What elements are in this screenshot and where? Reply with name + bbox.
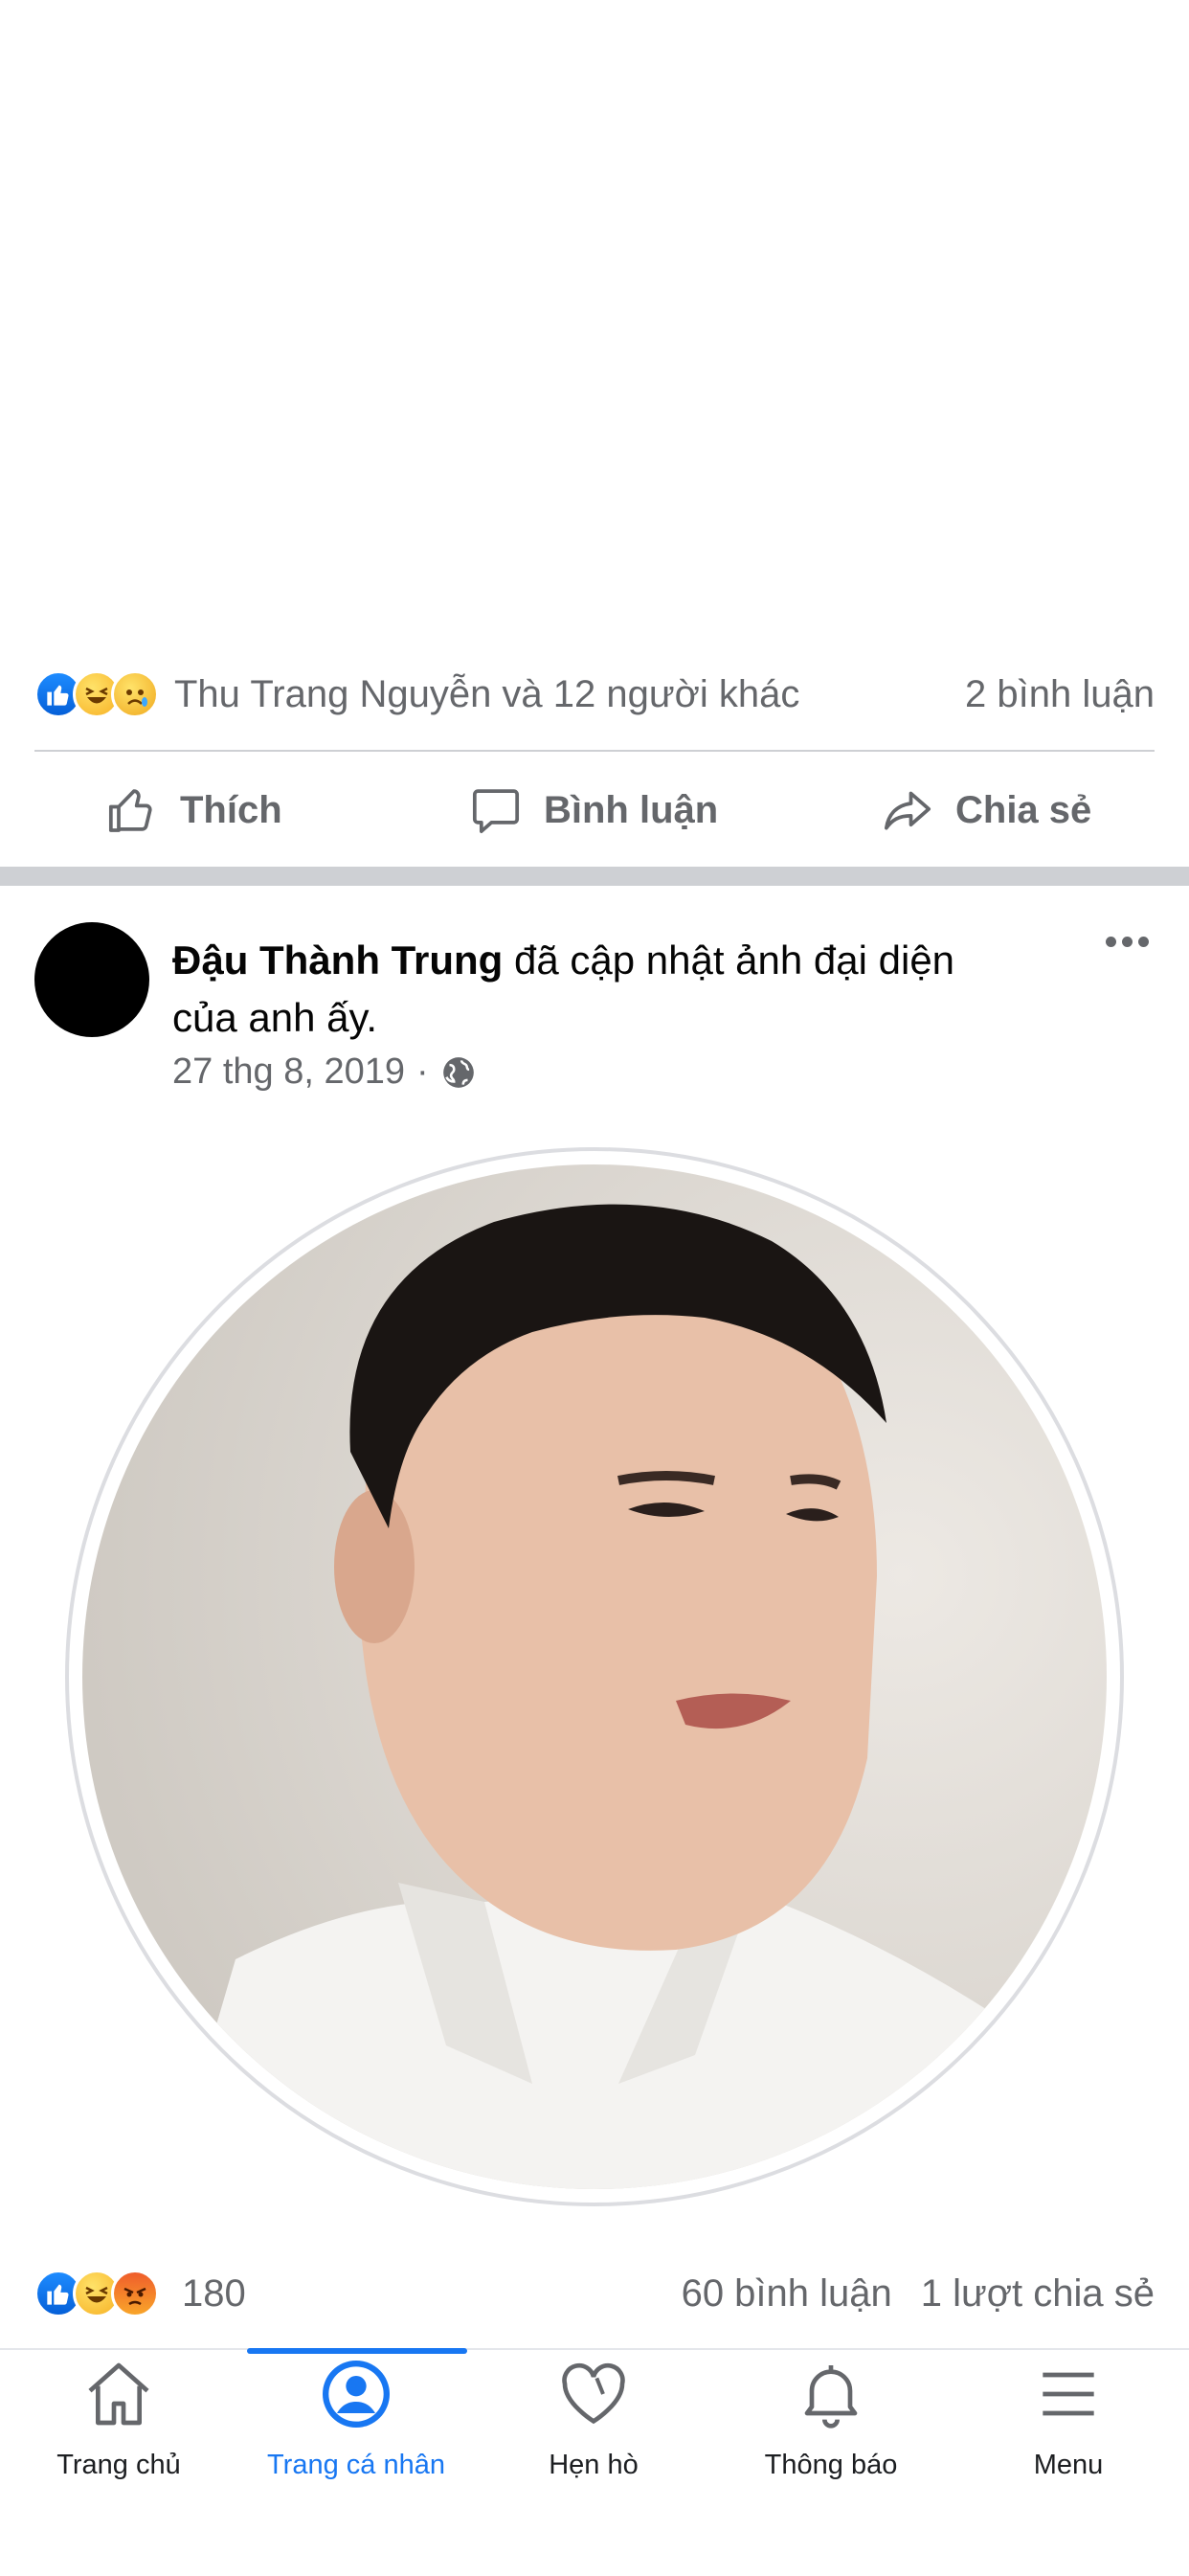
heart-icon	[562, 2362, 625, 2425]
like-button[interactable]: Thích	[105, 783, 282, 837]
author-name[interactable]: Đậu Thành Trung	[172, 938, 503, 983]
separator-line	[34, 750, 1155, 752]
meta-separator: ·	[416, 1051, 429, 1092]
sad-reaction-icon	[111, 670, 159, 718]
like-label: Thích	[180, 788, 282, 831]
comment-label: Bình luận	[544, 788, 719, 831]
profile-photo[interactable]	[65, 1147, 1124, 2206]
comment-button[interactable]: Bình luận	[469, 783, 718, 837]
reaction-icons[interactable]	[34, 2270, 159, 2317]
feed-separator	[0, 867, 1189, 886]
menu-icon	[1043, 2372, 1094, 2416]
comment-count[interactable]: 60 bình luận	[682, 2272, 892, 2316]
tab-profile[interactable]: Trang cá nhân	[237, 2356, 475, 2481]
angry-reaction-icon	[111, 2270, 159, 2317]
tab-notifications[interactable]: Thông báo	[712, 2356, 950, 2481]
share-label: Chia sẻ	[955, 788, 1092, 831]
action-text-continued: của anh ấy.	[172, 995, 378, 1040]
bell-icon	[804, 2365, 858, 2429]
more-dots-icon	[1106, 937, 1149, 947]
profile-icon	[323, 2361, 390, 2428]
comment-count[interactable]: 2 bình luận	[965, 673, 1155, 716]
tab-home[interactable]: Trang chủ	[0, 2356, 237, 2481]
tab-notifications-label: Thông báo	[764, 2450, 898, 2480]
thumbs-up-icon	[108, 789, 152, 832]
tab-menu[interactable]: Menu	[950, 2356, 1187, 2481]
post2-reaction-bar: 180 60 bình luận 1 lượt chia sẻ	[34, 2265, 1155, 2322]
post-meta: 27 thg 8, 2019 ·	[172, 1051, 477, 1093]
globe-icon	[442, 1056, 474, 1088]
home-icon	[88, 2362, 149, 2426]
reaction-summary[interactable]: Thu Trang Nguyễn và 12 người khác	[174, 673, 799, 716]
tab-dating-label: Hẹn hò	[549, 2450, 639, 2480]
tab-dating[interactable]: Hẹn hò	[475, 2356, 712, 2481]
profile-photo-image	[82, 1164, 1107, 2189]
tab-home-label: Trang chủ	[56, 2450, 181, 2480]
post1-reaction-bar: Thu Trang Nguyễn và 12 người khác 2 bình…	[34, 666, 1155, 723]
share-count[interactable]: 1 lượt chia sẻ	[921, 2272, 1155, 2316]
more-options-button[interactable]	[1106, 937, 1149, 947]
post1-action-bar: Thích Bình luận Chia sẻ	[0, 766, 1189, 852]
tab-menu-label: Menu	[1033, 2450, 1104, 2480]
reaction-icons[interactable]	[34, 670, 159, 718]
share-button[interactable]: Chia sẻ	[881, 783, 1091, 837]
post-header-text: Đậu Thành Trung đã cập nhật ảnh đại diện…	[172, 932, 1034, 1047]
reaction-count[interactable]: 180	[182, 2272, 246, 2316]
tab-profile-label: Trang cá nhân	[267, 2450, 445, 2480]
action-text: đã cập nhật ảnh đại diện	[513, 938, 955, 983]
post-date[interactable]: 27 thg 8, 2019	[172, 1051, 405, 1093]
active-tab-indicator	[247, 2348, 467, 2354]
comment-icon	[472, 789, 520, 834]
author-avatar[interactable]	[34, 922, 149, 1037]
share-icon	[884, 791, 931, 830]
